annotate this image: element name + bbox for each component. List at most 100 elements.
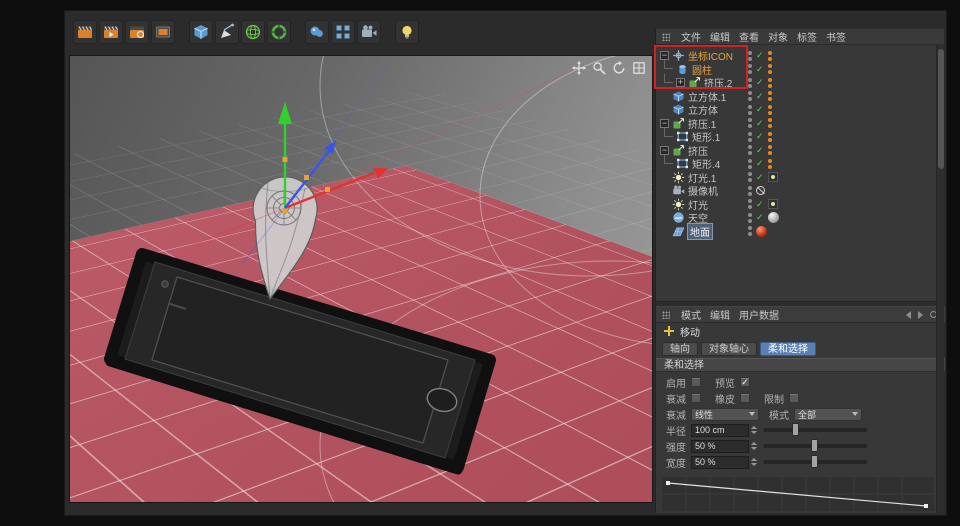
layer-dots[interactable] <box>768 105 772 115</box>
visibility-dots[interactable] <box>748 159 752 169</box>
pan-icon[interactable] <box>572 61 586 75</box>
generator-icon[interactable] <box>241 20 265 44</box>
layer-dots[interactable] <box>768 78 772 88</box>
enabled-check-icon[interactable] <box>756 158 764 169</box>
falloff-curve-widget[interactable] <box>662 477 934 516</box>
3d-viewport[interactable] <box>69 55 653 503</box>
menu-userdata[interactable]: 用户数据 <box>739 307 779 322</box>
render-settings-icon[interactable] <box>125 20 149 44</box>
object-row[interactable]: 灯光.1 <box>656 171 937 184</box>
layer-dots[interactable] <box>768 145 772 155</box>
stepper-icon[interactable] <box>751 442 757 450</box>
visibility-dots[interactable] <box>748 186 752 196</box>
tab-soft-selection[interactable]: 柔和选择 <box>760 342 816 356</box>
light-tag-icon[interactable] <box>768 172 778 182</box>
object-row[interactable]: 矩形.4 <box>656 157 937 170</box>
deformer-icon[interactable] <box>267 20 291 44</box>
strength-field[interactable]: 50 % <box>691 440 749 453</box>
zoom-icon[interactable] <box>592 61 606 75</box>
falloff-checkbox[interactable] <box>691 393 701 403</box>
rotate-icon[interactable] <box>612 61 626 75</box>
collapse-icon[interactable] <box>660 119 669 128</box>
preview-checkbox[interactable] <box>740 377 750 387</box>
object-row[interactable]: 天空 <box>656 211 937 224</box>
camera-tool-icon[interactable] <box>357 20 381 44</box>
object-row[interactable]: 挤压.2 <box>656 76 937 89</box>
visibility-dots[interactable] <box>748 132 752 142</box>
visibility-dots[interactable] <box>748 64 752 74</box>
falloff-dropdown[interactable]: 线性 <box>691 408 759 421</box>
visibility-dots[interactable] <box>748 213 752 223</box>
mode-dropdown[interactable]: 全部 <box>794 408 862 421</box>
visibility-dots[interactable] <box>748 105 752 115</box>
visibility-dots[interactable] <box>748 78 752 88</box>
camera-disabled-icon[interactable] <box>756 186 765 195</box>
panel-grip-icon[interactable] <box>662 311 670 319</box>
layer-dots[interactable] <box>768 159 772 169</box>
enabled-check-icon[interactable] <box>756 77 764 88</box>
menu-tags[interactable]: 标签 <box>797 29 817 44</box>
cube-tool-icon[interactable] <box>189 20 213 44</box>
enabled-check-icon[interactable] <box>756 118 764 129</box>
enabled-check-icon[interactable] <box>756 104 764 115</box>
menu-view[interactable]: 查看 <box>739 29 759 44</box>
radius-slider[interactable] <box>763 428 867 432</box>
object-row[interactable]: 立方体.1 <box>656 90 937 103</box>
enabled-check-icon[interactable] <box>756 131 764 142</box>
panel-scrollbar[interactable] <box>936 45 944 513</box>
slider-handle[interactable] <box>792 423 799 436</box>
array-icon[interactable] <box>331 20 355 44</box>
visibility-dots[interactable] <box>748 118 752 128</box>
object-row[interactable]: 立方体 <box>656 103 937 116</box>
enabled-check-icon[interactable] <box>756 199 764 210</box>
phone-model[interactable] <box>110 254 490 470</box>
tab-object-axis[interactable]: 对象轴心 <box>701 342 757 356</box>
object-row[interactable]: 圆柱 <box>656 63 937 76</box>
layer-dots[interactable] <box>768 118 772 128</box>
limit-checkbox[interactable] <box>789 393 799 403</box>
object-row[interactable]: 挤压 <box>656 144 937 157</box>
back-arrow-icon[interactable] <box>906 311 911 319</box>
collapse-icon[interactable] <box>660 51 669 60</box>
visibility-dots[interactable] <box>748 51 752 61</box>
section-header[interactable]: 柔和选择 <box>656 358 945 372</box>
enable-checkbox[interactable] <box>691 377 701 387</box>
slider-handle[interactable] <box>811 439 818 452</box>
collapse-icon[interactable] <box>660 146 669 155</box>
object-row[interactable]: 矩形.1 <box>656 130 937 143</box>
layer-dots[interactable] <box>768 64 772 74</box>
menu-edit[interactable]: 编辑 <box>710 29 730 44</box>
stepper-icon[interactable] <box>751 458 757 466</box>
render-picture-viewer-icon[interactable] <box>99 20 123 44</box>
menu-file[interactable]: 文件 <box>681 29 701 44</box>
menu-mode[interactable]: 模式 <box>681 307 701 322</box>
layer-dots[interactable] <box>768 132 772 142</box>
strength-slider[interactable] <box>763 444 867 448</box>
menu-objects[interactable]: 对象 <box>768 29 788 44</box>
menu-edit[interactable]: 编辑 <box>710 307 730 322</box>
enabled-check-icon[interactable] <box>756 50 764 61</box>
panel-grip-icon[interactable] <box>662 33 670 41</box>
object-row[interactable]: 摄像机 <box>656 184 937 197</box>
visibility-dots[interactable] <box>748 172 752 182</box>
object-row[interactable]: 坐标ICON <box>656 49 937 62</box>
object-row[interactable]: 挤压.1 <box>656 117 937 130</box>
maximize-icon[interactable] <box>632 61 646 75</box>
enabled-check-icon[interactable] <box>756 172 764 183</box>
enabled-check-icon[interactable] <box>756 91 764 102</box>
slider-handle[interactable] <box>811 455 818 468</box>
forward-arrow-icon[interactable] <box>918 311 923 319</box>
light-tag-icon[interactable] <box>768 199 778 209</box>
layer-dots[interactable] <box>768 51 772 61</box>
visibility-dots[interactable] <box>748 199 752 209</box>
surface-checkbox[interactable] <box>740 393 750 403</box>
radius-field[interactable]: 100 cm <box>691 424 749 437</box>
light-tool-icon[interactable] <box>395 20 419 44</box>
tab-axis[interactable]: 轴向 <box>662 342 698 356</box>
object-row[interactable]: 地面 <box>656 225 937 238</box>
material-thumbnail[interactable] <box>756 226 767 237</box>
object-row[interactable]: 灯光 <box>656 198 937 211</box>
menu-bookmarks[interactable]: 书签 <box>826 29 846 44</box>
visibility-dots[interactable] <box>748 145 752 155</box>
width-slider[interactable] <box>763 460 867 464</box>
